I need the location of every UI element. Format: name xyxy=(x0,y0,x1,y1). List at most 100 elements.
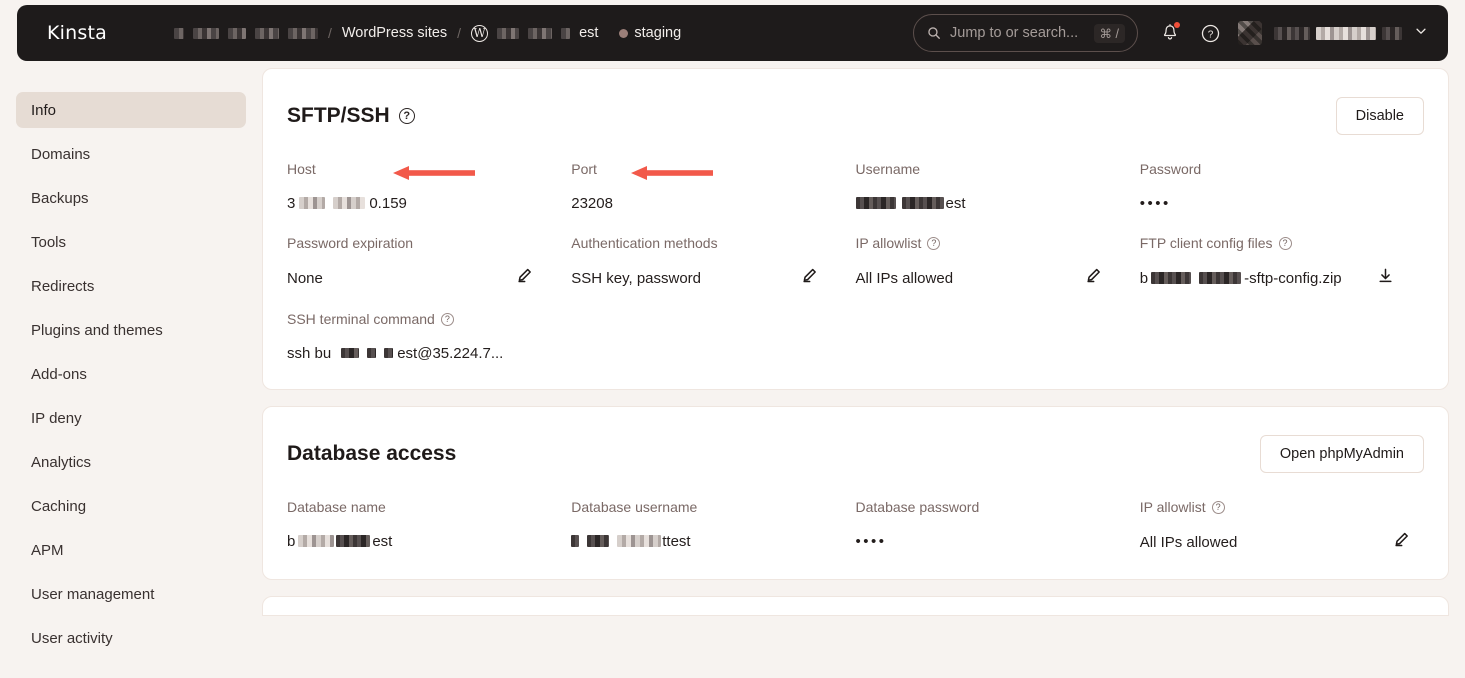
ftp-config-suffix: -sftp-config.zip xyxy=(1244,270,1342,287)
database-ip-allowlist-label: IP allowlist ? xyxy=(1140,499,1424,515)
database-name-value[interactable]: b est xyxy=(287,531,571,551)
account-menu-button[interactable] xyxy=(1414,24,1428,43)
sftp-row-3: SSH terminal command ? ssh bu est@35.224… xyxy=(287,311,1424,363)
search-icon xyxy=(927,26,941,40)
host-value[interactable]: 3 0.159 xyxy=(287,193,571,213)
host-label: Host xyxy=(287,161,571,177)
help-icon[interactable]: ? xyxy=(1212,501,1225,514)
environment-dot-icon xyxy=(619,29,628,38)
sftp-ssh-card: SFTP/SSH ? Disable Host 3 0.159 xyxy=(262,68,1449,390)
sidebar-item-plugins-and-themes[interactable]: Plugins and themes xyxy=(16,312,246,348)
download-ftp-config-button[interactable] xyxy=(1377,267,1394,289)
pencil-icon xyxy=(1393,531,1410,548)
database-card-header: Database access Open phpMyAdmin xyxy=(287,435,1424,473)
sidebar-item-redirects[interactable]: Redirects xyxy=(16,268,246,304)
sidebar-item-ip-deny[interactable]: IP deny xyxy=(16,400,246,436)
database-username-redacted-2 xyxy=(587,535,609,547)
breadcrumb-site-redacted-2 xyxy=(528,28,552,39)
edit-database-ip-allowlist-button[interactable] xyxy=(1393,531,1410,553)
sidebar-item-add-ons[interactable]: Add-ons xyxy=(16,356,246,392)
username-field: Username est xyxy=(856,161,1140,213)
database-username-label: Database username xyxy=(571,499,855,515)
ssh-command-redacted-3 xyxy=(384,348,393,358)
help-icon[interactable]: ? xyxy=(441,313,454,326)
sidebar: Info Domains Backups Tools Redirects Plu… xyxy=(0,66,262,678)
environment-label: staging xyxy=(634,25,681,41)
breadcrumb-separator-1: / xyxy=(327,25,333,41)
disable-button[interactable]: Disable xyxy=(1336,97,1424,135)
authentication-methods-row: SSH key, password xyxy=(571,267,855,289)
brand-logo[interactable]: Kinsta xyxy=(47,22,107,44)
breadcrumb: / WordPress sites / W est staging xyxy=(174,25,681,42)
database-ip-allowlist-label-text: IP allowlist xyxy=(1140,499,1206,515)
username-redacted-b xyxy=(902,197,944,209)
sftp-row-1: Host 3 0.159 Port 23208 Username xyxy=(287,161,1424,213)
environment-badge[interactable]: staging xyxy=(619,25,681,41)
database-ip-allowlist-row: All IPs allowed xyxy=(1140,531,1424,553)
help-button[interactable]: ? xyxy=(1190,13,1230,53)
search-placeholder: Jump to or search... xyxy=(950,25,1085,41)
notifications-button[interactable] xyxy=(1150,13,1190,53)
breadcrumb-company-redacted-1 xyxy=(174,28,184,39)
sidebar-item-user-activity[interactable]: User activity xyxy=(16,620,246,656)
database-name-redacted-1 xyxy=(298,535,334,547)
authentication-methods-value: SSH key, password xyxy=(571,268,701,288)
ftp-config-redacted-1 xyxy=(1151,272,1191,284)
database-ip-allowlist-value: All IPs allowed xyxy=(1140,532,1238,552)
sidebar-item-label: Tools xyxy=(31,234,66,251)
sidebar-item-info[interactable]: Info xyxy=(16,92,246,128)
ftp-client-config-files-label-text: FTP client config files xyxy=(1140,235,1273,251)
ip-allowlist-label: IP allowlist ? xyxy=(856,235,1140,251)
sidebar-item-label: Redirects xyxy=(31,278,94,295)
ftp-client-config-files-label: FTP client config files ? xyxy=(1140,235,1424,251)
sidebar-item-tools[interactable]: Tools xyxy=(16,224,246,260)
username-suffix: est xyxy=(946,195,966,212)
breadcrumb-wordpress-sites[interactable]: WordPress sites xyxy=(342,25,447,41)
password-expiration-label: Password expiration xyxy=(287,235,571,251)
help-icon[interactable]: ? xyxy=(927,237,940,250)
edit-ip-allowlist-button[interactable] xyxy=(1085,267,1102,289)
help-icon[interactable]: ? xyxy=(1279,237,1292,250)
edit-authentication-methods-button[interactable] xyxy=(801,267,818,289)
breadcrumb-site-name[interactable]: est xyxy=(579,25,598,41)
search-input[interactable]: Jump to or search... ⌘ / xyxy=(913,14,1138,52)
app-root: Kinsta / WordPress sites / W est staging xyxy=(0,0,1465,678)
database-username-redacted-3 xyxy=(617,535,661,547)
username-redacted-1 xyxy=(1274,27,1310,40)
ftp-client-config-files-row: b -sftp-config.zip xyxy=(1140,267,1424,289)
ip-allowlist-field: IP allowlist ? All IPs allowed xyxy=(856,235,1140,289)
open-phpmyadmin-button[interactable]: Open phpMyAdmin xyxy=(1260,435,1424,473)
help-icon[interactable]: ? xyxy=(399,108,415,124)
ssh-terminal-command-value[interactable]: ssh bu est@35.224.7... xyxy=(287,343,856,363)
download-icon xyxy=(1377,267,1394,284)
pencil-icon xyxy=(516,267,533,284)
sidebar-item-analytics[interactable]: Analytics xyxy=(16,444,246,480)
username-value[interactable]: est xyxy=(856,193,1140,213)
database-username-value[interactable]: ttest xyxy=(571,531,855,551)
database-username-field: Database username ttest xyxy=(571,499,855,553)
breadcrumb-company-redacted-4 xyxy=(255,28,279,39)
avatar[interactable] xyxy=(1238,21,1262,45)
password-expiration-field: Password expiration None xyxy=(287,235,571,289)
ftp-config-file-name: b -sftp-config.zip xyxy=(1140,268,1342,288)
password-expiration-value: None xyxy=(287,268,323,288)
sidebar-item-caching[interactable]: Caching xyxy=(16,488,246,524)
sidebar-item-backups[interactable]: Backups xyxy=(16,180,246,216)
breadcrumb-site-redacted-3 xyxy=(561,28,570,39)
database-row-1: Database name b est Database username xyxy=(287,499,1424,553)
sidebar-item-user-management[interactable]: User management xyxy=(16,576,246,612)
sidebar-item-label: Info xyxy=(31,102,56,119)
ftp-client-config-files-field: FTP client config files ? b -sftp-config… xyxy=(1140,235,1424,289)
sftp-card-title: SFTP/SSH ? xyxy=(287,104,415,128)
port-value[interactable]: 23208 xyxy=(571,193,855,213)
database-name-suffix: est xyxy=(372,533,392,550)
database-card-title: Database access xyxy=(287,442,456,466)
database-password-value[interactable]: •••• xyxy=(856,531,1140,551)
password-label: Password xyxy=(1140,161,1424,177)
password-value[interactable]: •••• xyxy=(1140,193,1424,213)
sidebar-item-domains[interactable]: Domains xyxy=(16,136,246,172)
host-redacted-2 xyxy=(333,197,365,209)
edit-password-expiration-button[interactable] xyxy=(516,267,533,289)
password-field: Password •••• xyxy=(1140,161,1424,213)
sidebar-item-apm[interactable]: APM xyxy=(16,532,246,568)
